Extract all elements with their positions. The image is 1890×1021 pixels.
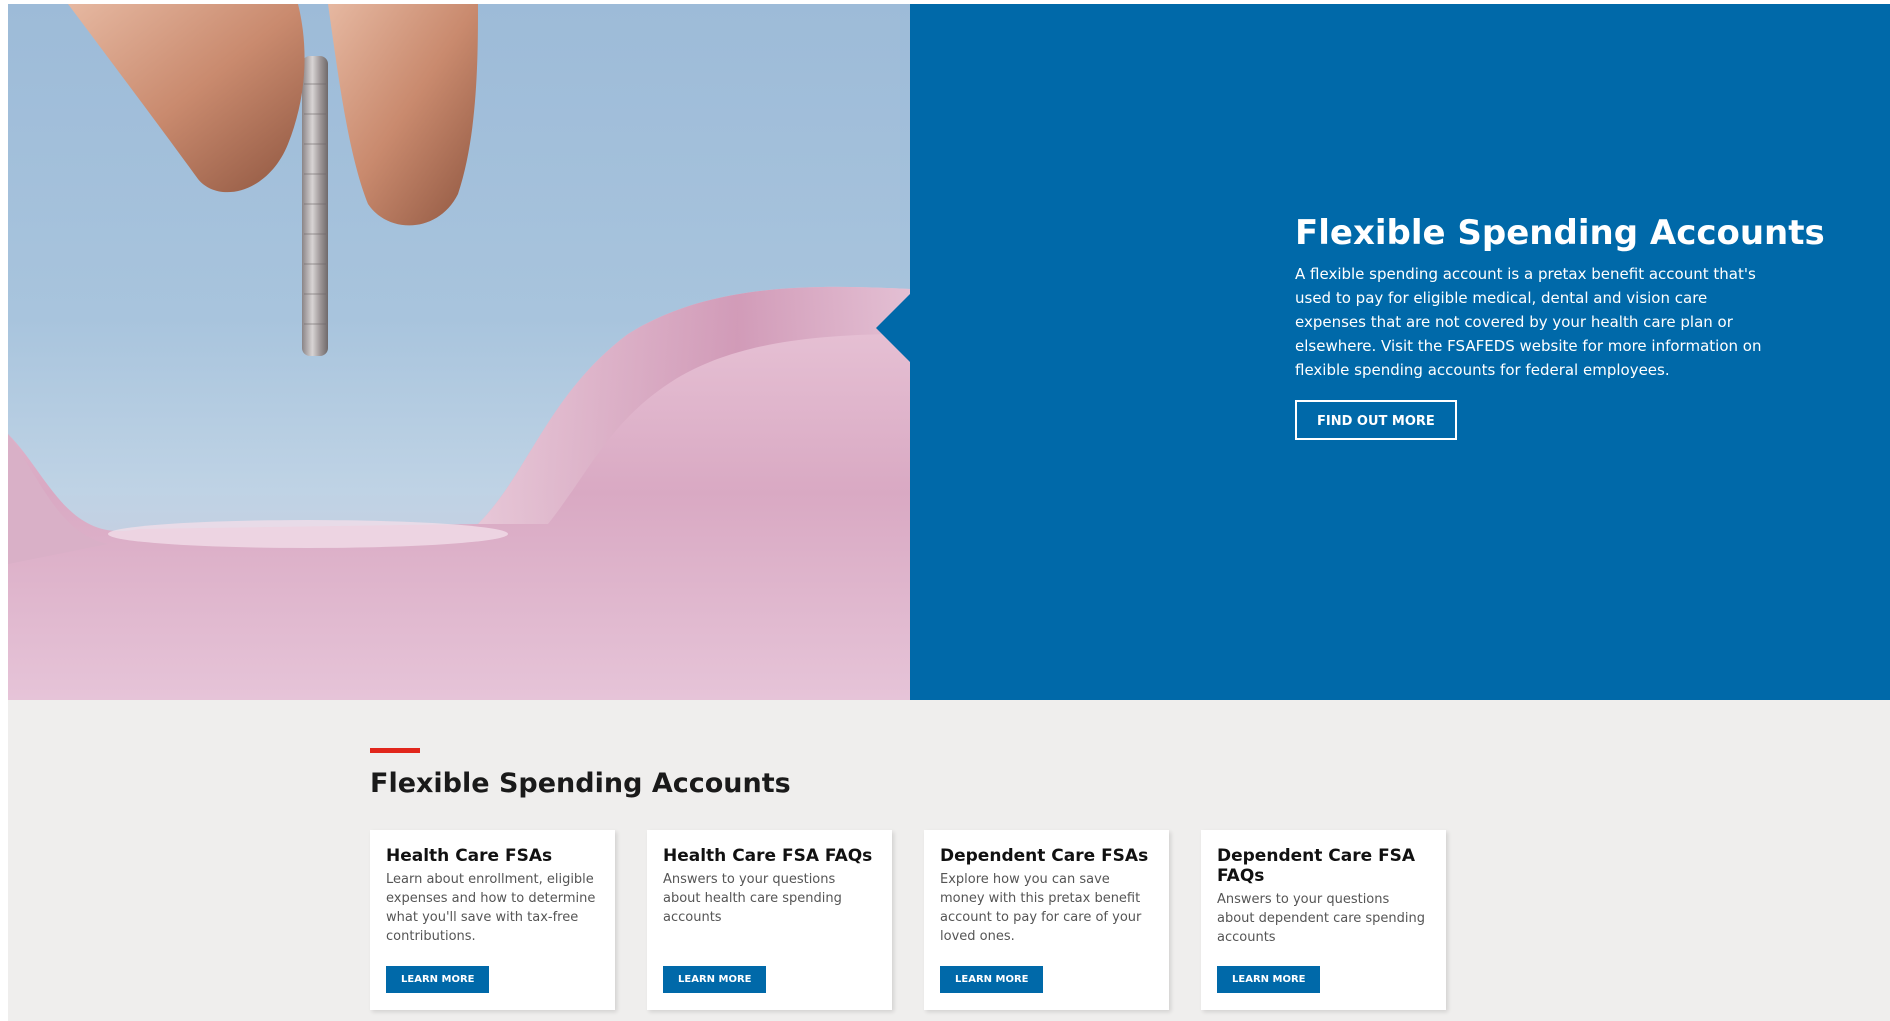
learn-more-button[interactable]: LEARN MORE bbox=[940, 966, 1044, 993]
hero-description: A flexible spending account is a pretax … bbox=[1295, 265, 1762, 379]
card-title: Health Care FSAs bbox=[386, 846, 553, 866]
section-title: Flexible Spending Accounts bbox=[370, 768, 791, 799]
card-dependent-care-fsa-faqs: Dependent Care FSA FAQs Answers to your … bbox=[1201, 830, 1446, 1010]
find-out-more-button[interactable]: FIND OUT MORE bbox=[1295, 400, 1457, 440]
hero-panel-notch bbox=[876, 294, 910, 362]
card-health-care-fsas: Health Care FSAs Learn about enrollment,… bbox=[370, 830, 615, 1010]
learn-more-button[interactable]: LEARN MORE bbox=[386, 966, 490, 993]
card-health-care-fsa-faqs: Health Care FSA FAQs Answers to your que… bbox=[647, 830, 892, 1010]
learn-more-button[interactable]: LEARN MORE bbox=[1217, 966, 1321, 993]
learn-more-button[interactable]: LEARN MORE bbox=[663, 966, 767, 993]
hero-banner: Flexible Spending Accounts A flexible sp… bbox=[8, 4, 1890, 700]
hero-content: Flexible Spending Accounts A flexible sp… bbox=[1295, 212, 1825, 440]
fsa-section: Flexible Spending Accounts Health Care F… bbox=[8, 700, 1890, 1021]
section-accent-bar bbox=[370, 748, 420, 753]
card-dependent-care-fsas: Dependent Care FSAs Explore how you can … bbox=[924, 830, 1169, 1010]
card-description: Answers to your questions about health c… bbox=[663, 872, 842, 925]
card-description: Answers to your questions about dependen… bbox=[1217, 892, 1426, 945]
hero-image-piggy-bank-coin bbox=[8, 4, 910, 700]
hero-title: Flexible Spending Accounts bbox=[1295, 213, 1825, 253]
card-description: Learn about enrollment, eligible expense… bbox=[386, 872, 596, 944]
card-title: Dependent Care FSA FAQs bbox=[1217, 846, 1416, 886]
page: Flexible Spending Accounts A flexible sp… bbox=[0, 0, 1890, 1021]
card-title: Health Care FSA FAQs bbox=[663, 846, 873, 866]
card-description: Explore how you can save money with this… bbox=[940, 872, 1142, 944]
card-title: Dependent Care FSAs bbox=[940, 846, 1149, 866]
